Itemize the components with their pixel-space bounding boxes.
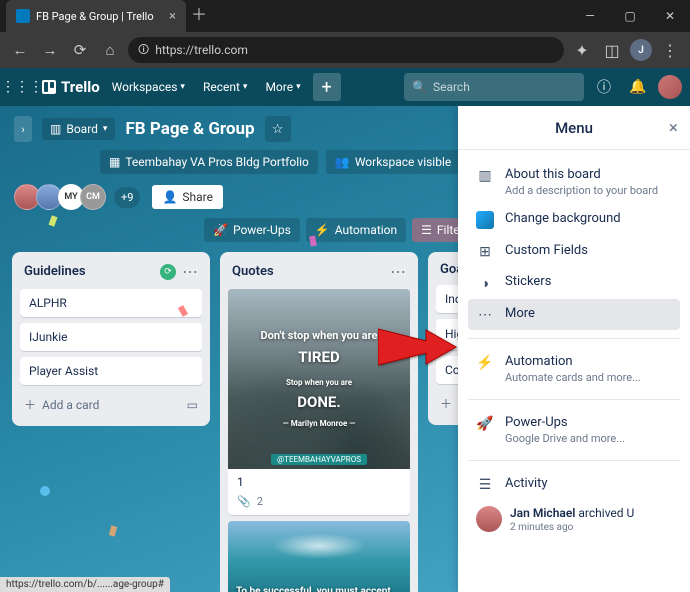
background-thumb-icon (476, 211, 494, 229)
home-button[interactable]: ⌂ (98, 38, 122, 62)
board-menu-panel: Menu × ▥ About this board Add a descript… (458, 106, 690, 592)
address-bar[interactable]: 🛈 https://trello.com (128, 37, 564, 63)
create-button[interactable]: + (313, 73, 341, 101)
account-avatar[interactable] (658, 75, 682, 99)
menu-automation[interactable]: ⚡ Automation Automate cards and more... (468, 347, 680, 391)
list-quotes: Quotes ⋯ Don't stop when you are TIRED S… (220, 252, 418, 592)
card[interactable]: Don't stop when you are TIRED Stop when … (228, 289, 410, 515)
profile-avatar[interactable]: J (630, 39, 652, 61)
browser-toolbar: ← → ⟳ ⌂ 🛈 https://trello.com ✦ ◫ J ⋮ (0, 32, 690, 68)
trello-logo[interactable]: Trello (42, 78, 100, 96)
activity-avatar (476, 506, 502, 532)
card[interactable]: ALPHR (20, 289, 202, 317)
extensions-icon[interactable]: ✦ (570, 38, 594, 62)
menu-about-board[interactable]: ▥ About this board Add a description to … (468, 160, 680, 204)
card[interactable]: To be successful, you must accept all ch… (228, 521, 410, 592)
card-cover-image: To be successful, you must accept all ch… (228, 521, 410, 592)
annotation-arrow (378, 324, 458, 374)
board-title[interactable]: FB Page & Group (125, 119, 254, 139)
forward-button[interactable]: → (38, 38, 62, 62)
star-button[interactable]: ☆ (265, 116, 291, 142)
card-badges: 📎 2 (228, 495, 410, 515)
side-panel-icon[interactable]: ◫ (600, 38, 624, 62)
browser-tab[interactable]: FB Page & Group | Trello × (6, 0, 186, 32)
menu-custom-fields[interactable]: ⊞ Custom Fields (468, 236, 680, 267)
menu-change-background[interactable]: Change background (468, 204, 680, 236)
sticker-icon: ◑ (476, 275, 494, 292)
menu-title: Menu (555, 119, 593, 137)
back-button[interactable]: ← (8, 38, 32, 62)
url-text: https://trello.com (155, 43, 248, 57)
workspace-chip[interactable]: ▦ Teembahay VA Pros Bldg Portfolio (100, 150, 318, 174)
filter-icon: ☰ (421, 223, 432, 237)
list-icon: ☰ (476, 477, 494, 493)
status-bar: https://trello.com/b/......age-group# (0, 577, 170, 592)
attachment-icon: 📎 (237, 495, 251, 508)
automation-button[interactable]: ⚡Automation (306, 218, 406, 242)
close-menu-icon[interactable]: × (669, 118, 678, 138)
info-icon[interactable]: ⓘ (590, 73, 618, 101)
sidebar-expand-button[interactable]: › (14, 116, 32, 142)
fields-icon: ⊞ (476, 244, 494, 260)
rocket-icon: 🚀 (213, 223, 228, 237)
card-cover-image: Don't stop when you are TIRED Stop when … (228, 289, 410, 469)
trello-icon: ▥ (476, 168, 494, 184)
plus-icon: ＋ (440, 395, 452, 412)
list-title[interactable]: Guidelines (24, 264, 86, 279)
new-tab-button[interactable]: ＋ (186, 0, 212, 26)
search-input[interactable]: 🔍 Search (404, 73, 584, 101)
people-icon: 👥 (335, 155, 350, 169)
template-icon[interactable]: ▭ (187, 398, 198, 412)
plus-icon: ＋ (24, 396, 36, 413)
apps-icon[interactable]: ⋮⋮⋮ (8, 73, 36, 101)
board-canvas: › ▥ Board ▾ FB Page & Group ☆ ▦ Teembaha… (0, 106, 690, 592)
org-icon: ▦ (109, 155, 120, 169)
search-icon: 🔍 (412, 80, 427, 94)
add-card-button[interactable]: ＋Add a card ▭ (20, 391, 202, 418)
menu-stickers[interactable]: ◑ Stickers (468, 267, 680, 299)
workspaces-menu[interactable]: Workspaces▾ (106, 76, 191, 98)
lock-icon: 🛈 (138, 41, 149, 60)
menu-icon[interactable]: ⋮ (658, 38, 682, 62)
board-icon: ▥ (50, 122, 61, 136)
window-minimize-icon[interactable]: ― (570, 0, 610, 32)
menu-activity[interactable]: ☰ Activity (468, 469, 680, 500)
list-menu-icon[interactable]: ⋯ (182, 262, 198, 281)
list-title[interactable]: Quotes (232, 264, 274, 279)
window-titlebar: FB Page & Group | Trello × ＋ ― ▢ ✕ (0, 0, 690, 32)
board-view-button[interactable]: ▥ Board ▾ (42, 118, 115, 140)
window-close-icon[interactable]: ✕ (650, 0, 690, 32)
rocket-icon: 🚀 (476, 416, 494, 432)
close-tab-icon[interactable]: × (169, 9, 176, 24)
list-guidelines: Guidelines ⟳ ⋯ ALPHR IJunkie Player Assi… (12, 252, 210, 426)
trello-favicon (16, 9, 30, 23)
bolt-icon: ⚡ (315, 223, 330, 237)
notifications-icon[interactable]: 🔔 (624, 73, 652, 101)
menu-powerups[interactable]: 🚀 Power-Ups Google Drive and more... (468, 408, 680, 452)
window-maximize-icon[interactable]: ▢ (610, 0, 650, 32)
card[interactable]: IJunkie (20, 323, 202, 351)
more-menu[interactable]: More▾ (259, 76, 306, 98)
trello-logo-icon (42, 80, 56, 94)
card[interactable]: Player Assist (20, 357, 202, 385)
trello-header: ⋮⋮⋮ Trello Workspaces▾ Recent▾ More▾ + 🔍… (0, 68, 690, 106)
user-plus-icon: 👤 (162, 190, 177, 204)
recent-menu[interactable]: Recent▾ (197, 76, 254, 98)
powerups-button[interactable]: 🚀Power-Ups (204, 218, 300, 242)
more-icon: ⋯ (476, 307, 494, 323)
bolt-icon: ⚡ (476, 355, 494, 371)
share-button[interactable]: 👤 Share (152, 185, 223, 209)
list-limit-icon[interactable]: ⟳ (160, 264, 176, 280)
card-title: 1 (228, 469, 410, 495)
list-menu-icon[interactable]: ⋯ (390, 262, 406, 281)
tab-title: FB Page & Group | Trello (36, 10, 154, 23)
menu-more[interactable]: ⋯ More (468, 299, 680, 330)
member-avatar[interactable]: CM (80, 184, 106, 210)
visibility-chip[interactable]: 👥 Workspace visible (326, 150, 460, 174)
more-members-button[interactable]: +9 (114, 187, 140, 208)
reload-button[interactable]: ⟳ (68, 38, 92, 62)
activity-entry[interactable]: Jan Michael archived U 2 minutes ago (468, 500, 680, 539)
